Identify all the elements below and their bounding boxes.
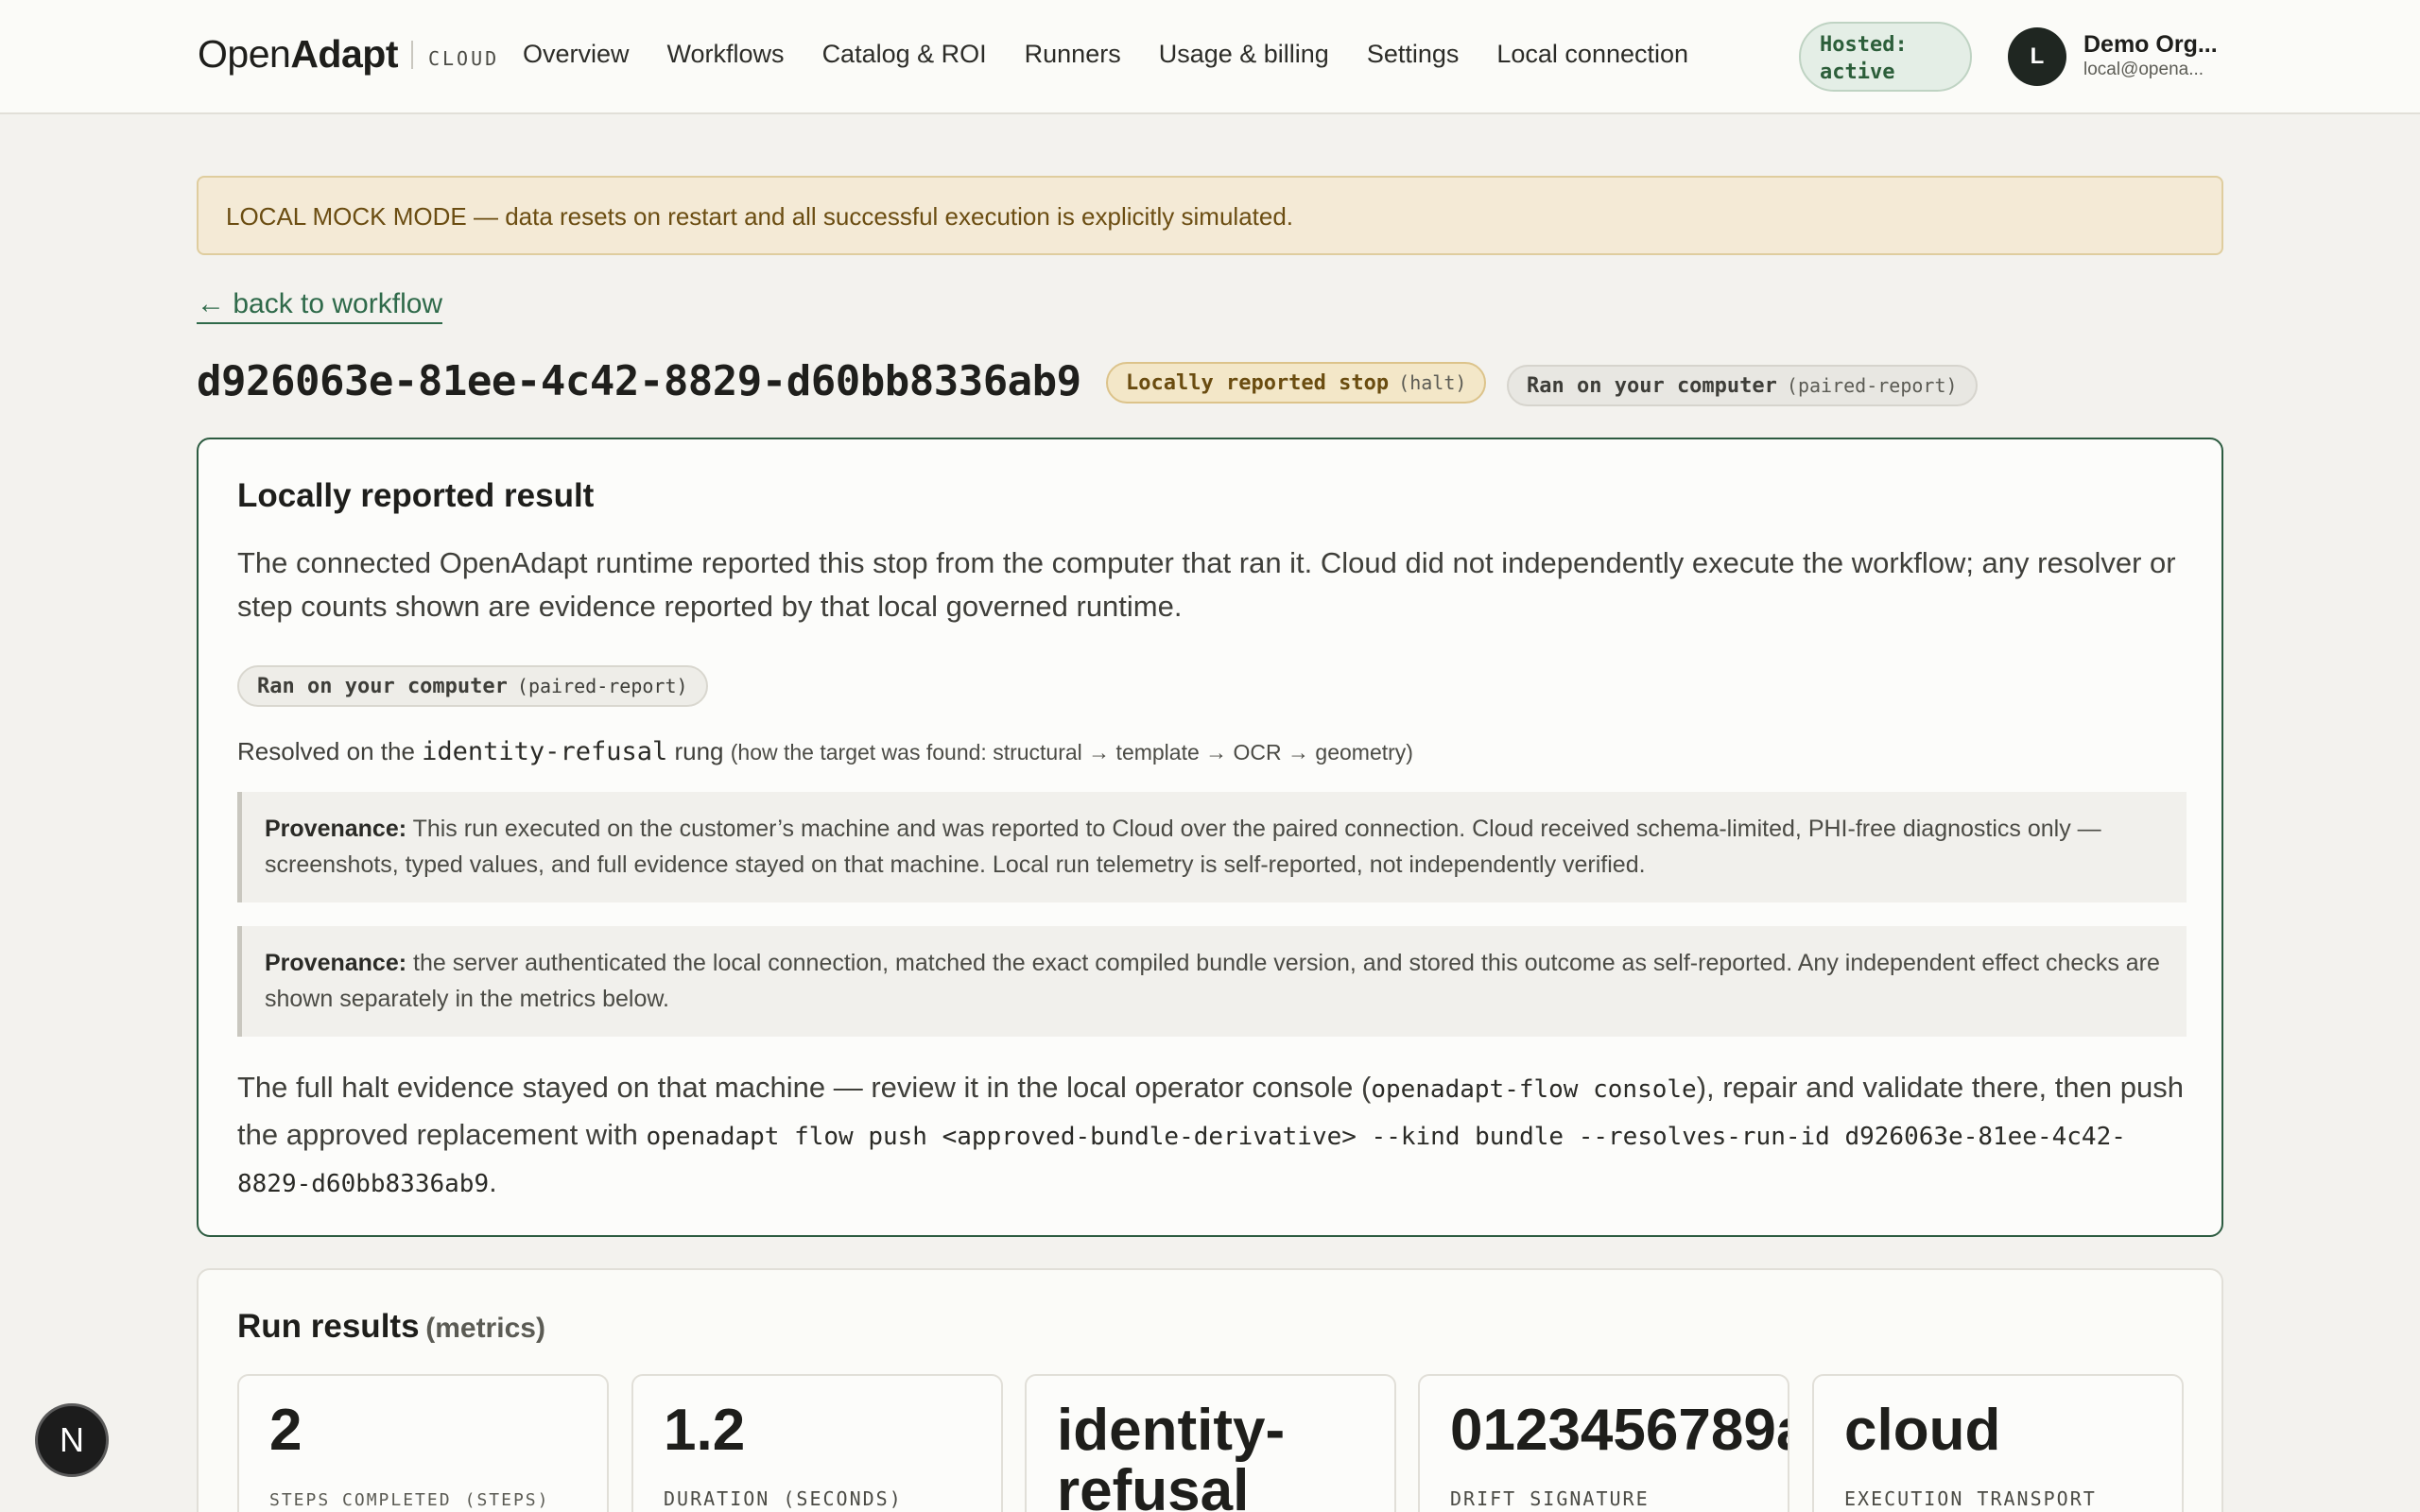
nav-item-workflows[interactable]: Workflows — [667, 40, 785, 69]
metric-unit: (STEPS) — [464, 1490, 550, 1510]
run-results-heading: Run results — [237, 1308, 420, 1345]
rung-name: identity-refusal — [422, 737, 668, 766]
transport-badge: Ran on your computer (paired-report) — [1507, 365, 1978, 406]
brand-divider — [410, 40, 413, 69]
run-results-title: Run results (metrics) — [237, 1308, 545, 1346]
org-email: local@opena... — [2083, 60, 2204, 79]
provenance-text: This run executed on the customer’s mach… — [265, 816, 2101, 878]
provenance-text: the server authenticated the local conne… — [265, 950, 2160, 1012]
nav-item-settings[interactable]: Settings — [1367, 40, 1460, 69]
hosted-status-value: active — [1820, 60, 1895, 84]
top-navigation-bar: Open Adapt CLOUD Overview Workflows Cata… — [0, 0, 2420, 114]
nav-item-catalog-roi[interactable]: Catalog & ROI — [822, 40, 987, 69]
console-command: openadapt-flow console — [1371, 1075, 1697, 1104]
metric-value: 1.2 — [664, 1398, 746, 1463]
metric-card-resolver-rung: identity-refusal — [1025, 1374, 1396, 1512]
metric-value: 0123456789al — [1450, 1398, 1789, 1463]
next-dev-tools-button[interactable]: N — [35, 1403, 109, 1477]
metric-label: DRIFT SIGNATURE — [1450, 1487, 1650, 1510]
status-badge-tag: (halt) — [1398, 371, 1467, 394]
main-nav: Overview Workflows Catalog & ROI Runners… — [523, 40, 1688, 69]
page-title: d926063e-81ee-4c42-8829-d60bb8336ab9 — [197, 357, 1081, 405]
provenance-note-paired: Provenance: This run executed on the cus… — [237, 792, 2187, 902]
nav-item-overview[interactable]: Overview — [523, 40, 630, 69]
hosted-status-badge: Hosted: active — [1799, 22, 1972, 92]
run-results-section: Run results (metrics) 2 STEPS COMPLETED … — [197, 1268, 2223, 1512]
brand-product-label: CLOUD — [427, 46, 500, 70]
nav-item-usage-billing[interactable]: Usage & billing — [1159, 40, 1329, 69]
rung-suffix: rung — [674, 737, 724, 765]
metric-label: STEPS COMPLETED (STEPS) — [269, 1490, 550, 1510]
provenance-note-server: Provenance: the server authenticated the… — [237, 926, 2187, 1037]
provenance-label: Provenance: — [265, 816, 407, 842]
transport-badge-inner-label: Ran on your computer — [257, 674, 508, 698]
transport-badge-label: Ran on your computer — [1527, 373, 1777, 398]
halt-text-part3: . — [489, 1165, 497, 1198]
rung-prefix: Resolved on the — [237, 737, 415, 765]
result-card-description: The connected OpenAdapt runtime reported… — [237, 546, 2176, 623]
result-card-title: Locally reported result — [237, 477, 595, 514]
metric-label: EXECUTION TRANSPORT — [1844, 1487, 2097, 1510]
run-results-subtitle: (metrics) — [425, 1313, 545, 1344]
result-card: Locally reported result The connected Op… — [197, 438, 2223, 1237]
metric-card-execution-transport: cloud EXECUTION TRANSPORT — [1812, 1374, 2184, 1512]
avatar[interactable]: L — [2008, 27, 2066, 86]
transport-badge-inner-tag: (paired-report) — [516, 675, 688, 697]
hosted-status-label: Hosted: — [1820, 33, 1908, 57]
nav-item-runners[interactable]: Runners — [1025, 40, 1121, 69]
metric-card-duration: 1.2 DURATION (SECONDS) — [631, 1374, 1003, 1512]
transport-badge-tag: (paired-report) — [1786, 374, 1958, 397]
back-to-workflow-link[interactable]: ← back to workflow — [197, 288, 443, 324]
metric-card-steps: 2 STEPS COMPLETED (STEPS) — [237, 1374, 609, 1512]
brand-name-open: Open — [198, 32, 291, 76]
transport-badge-inner: Ran on your computer (paired-report) — [237, 665, 708, 707]
metric-value: 2 — [269, 1398, 302, 1463]
metric-value: identity-refusal — [1057, 1398, 1286, 1512]
mock-mode-banner: LOCAL MOCK MODE — data resets on restart… — [197, 176, 2223, 255]
metric-label: DURATION (SECONDS) — [664, 1487, 903, 1510]
metric-card-drift-signature: 0123456789al DRIFT SIGNATURE — [1418, 1374, 1789, 1512]
halt-evidence-instructions: The full halt evidence stayed on that ma… — [237, 1065, 2194, 1207]
resolver-rung-line: Resolved on the identity-refusal rung (h… — [237, 737, 1413, 766]
status-badge-label: Locally reported stop — [1126, 370, 1390, 395]
brand-name-adapt: Adapt — [290, 32, 398, 76]
rung-hint: (how the target was found: structural → … — [730, 740, 1413, 765]
halt-text-part1: The full halt evidence stayed on that ma… — [237, 1071, 1372, 1104]
org-name[interactable]: Demo Org... — [2083, 31, 2218, 59]
metric-value: cloud — [1844, 1398, 2001, 1463]
provenance-label: Provenance: — [265, 950, 407, 976]
nav-item-local-connection[interactable]: Local connection — [1496, 40, 1688, 69]
status-badge: Locally reported stop (halt) — [1106, 362, 1487, 404]
brand-logo[interactable]: Open Adapt CLOUD — [198, 32, 499, 77]
